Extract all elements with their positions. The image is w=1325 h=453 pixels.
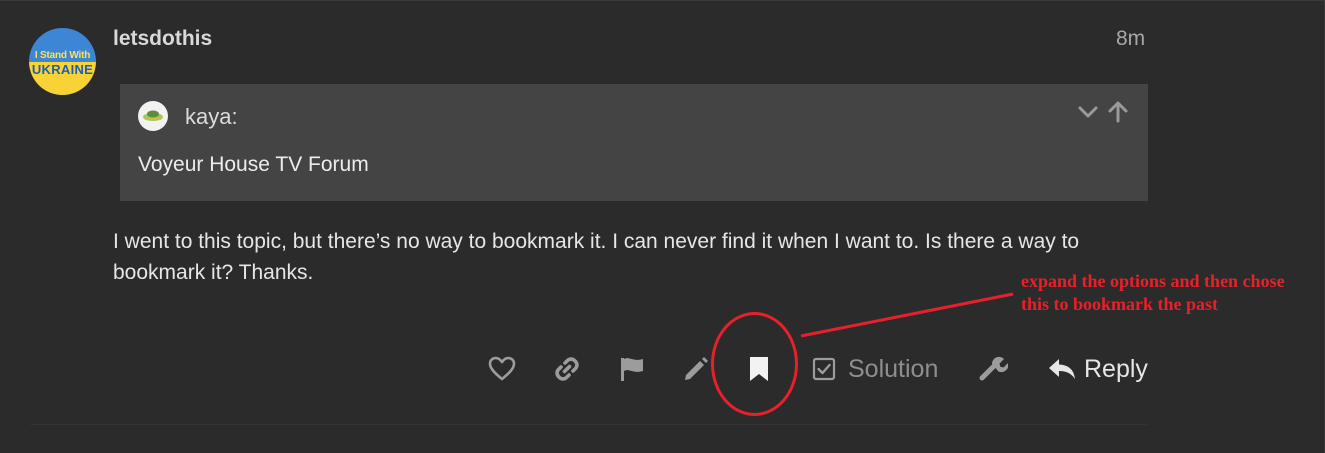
annotation-text: expand the options and then chose this t… (1021, 270, 1325, 316)
annotation-arrow-line (800, 292, 1014, 338)
annotation-line-1: expand the options and then chose (1021, 271, 1285, 291)
annotation-line-2: this to bookmark the past (1021, 294, 1219, 314)
